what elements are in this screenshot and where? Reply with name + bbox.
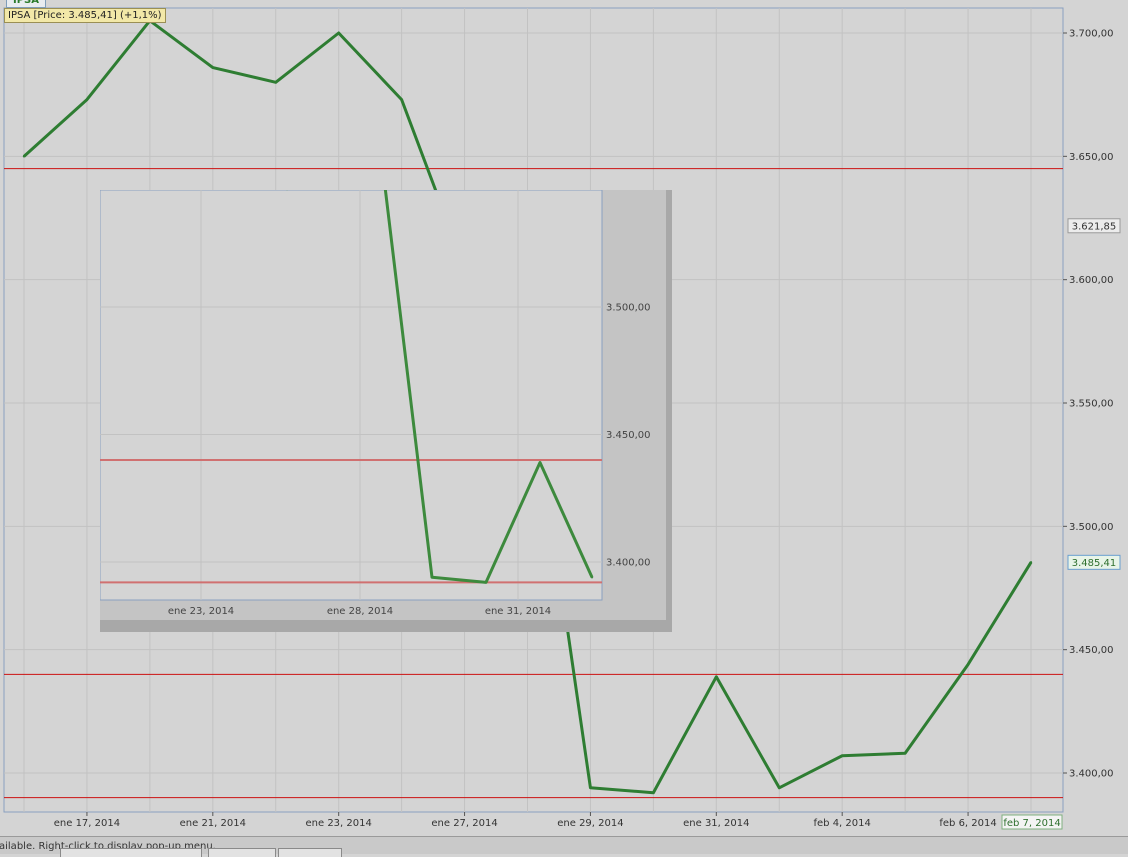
series-point [211,66,215,69]
y-tick-label: 3.650,00 [1069,152,1114,163]
inset-series-point [590,576,594,579]
inset-y-tick-label: 3.500,00 [606,303,651,314]
inset-y-tick-label: 3.400,00 [606,558,651,569]
inset-series-point [484,581,488,584]
inset-right-edge [666,190,672,620]
series-price-tag: IPSA [Price: 3.485,41] (+1,1%) [4,8,166,23]
chart-tab[interactable]: IPSA [6,0,46,8]
series-point [1029,561,1033,564]
x-tick-label: ene 21, 2014 [180,818,246,829]
x-tick-label: feb 4, 2014 [814,818,871,829]
series-point [715,675,718,678]
series-point [778,786,781,789]
inset-chart: 3.400,00 3.450,00 3.500,00 ene 23, 2014 ene … [100,190,672,632]
y-tick-label: 3.500,00 [1069,522,1114,533]
x-tick-label: feb 6, 2014 [939,818,996,829]
x-tick-label: ene 27, 2014 [431,818,497,829]
inset-x-tick-label: ene 23, 2014 [168,606,234,617]
status-bar: ailable. Right-click to display pop-up m… [0,836,1128,857]
inset-x-tick-label: ene 31, 2014 [485,606,551,617]
y-tick-label: 3.700,00 [1069,29,1114,40]
series-point [274,81,277,84]
series-point [840,754,844,757]
series-point [589,786,592,789]
series-point [337,31,340,35]
x-tick-label: ene 17, 2014 [54,818,120,829]
inset-x-tick-label: ene 28, 2014 [327,606,393,617]
chart-stage: 3.400,00 3.450,00 3.500,00 3.550,00 3.600,00… [0,0,1128,853]
marker-price-label: 3.621,85 [1072,221,1117,232]
y-tick-label: 3.600,00 [1069,275,1114,286]
y-tick-label: 3.550,00 [1069,399,1114,410]
y-tick-label: 3.400,00 [1069,769,1114,780]
series-point [400,98,403,101]
series-point [652,791,655,794]
inset-y-tick-label: 3.450,00 [606,430,651,441]
inset-plot-area [100,190,603,601]
x-tick-label: ene 29, 2014 [557,818,623,829]
series-point [966,663,970,666]
x-tick-label: ene 23, 2014 [306,818,372,829]
series-point [85,98,89,101]
x-tick-label: ene 31, 2014 [683,818,749,829]
inset-scrollbar [100,620,672,632]
last-price-label: 3.485,41 [1072,558,1117,569]
series-point [22,155,26,158]
inset-series-point [538,461,542,464]
series-point [903,752,907,755]
last-date-label: feb 7, 2014 [1003,818,1060,829]
y-tick-label: 3.450,00 [1069,645,1114,656]
inset-series-point [430,576,434,579]
